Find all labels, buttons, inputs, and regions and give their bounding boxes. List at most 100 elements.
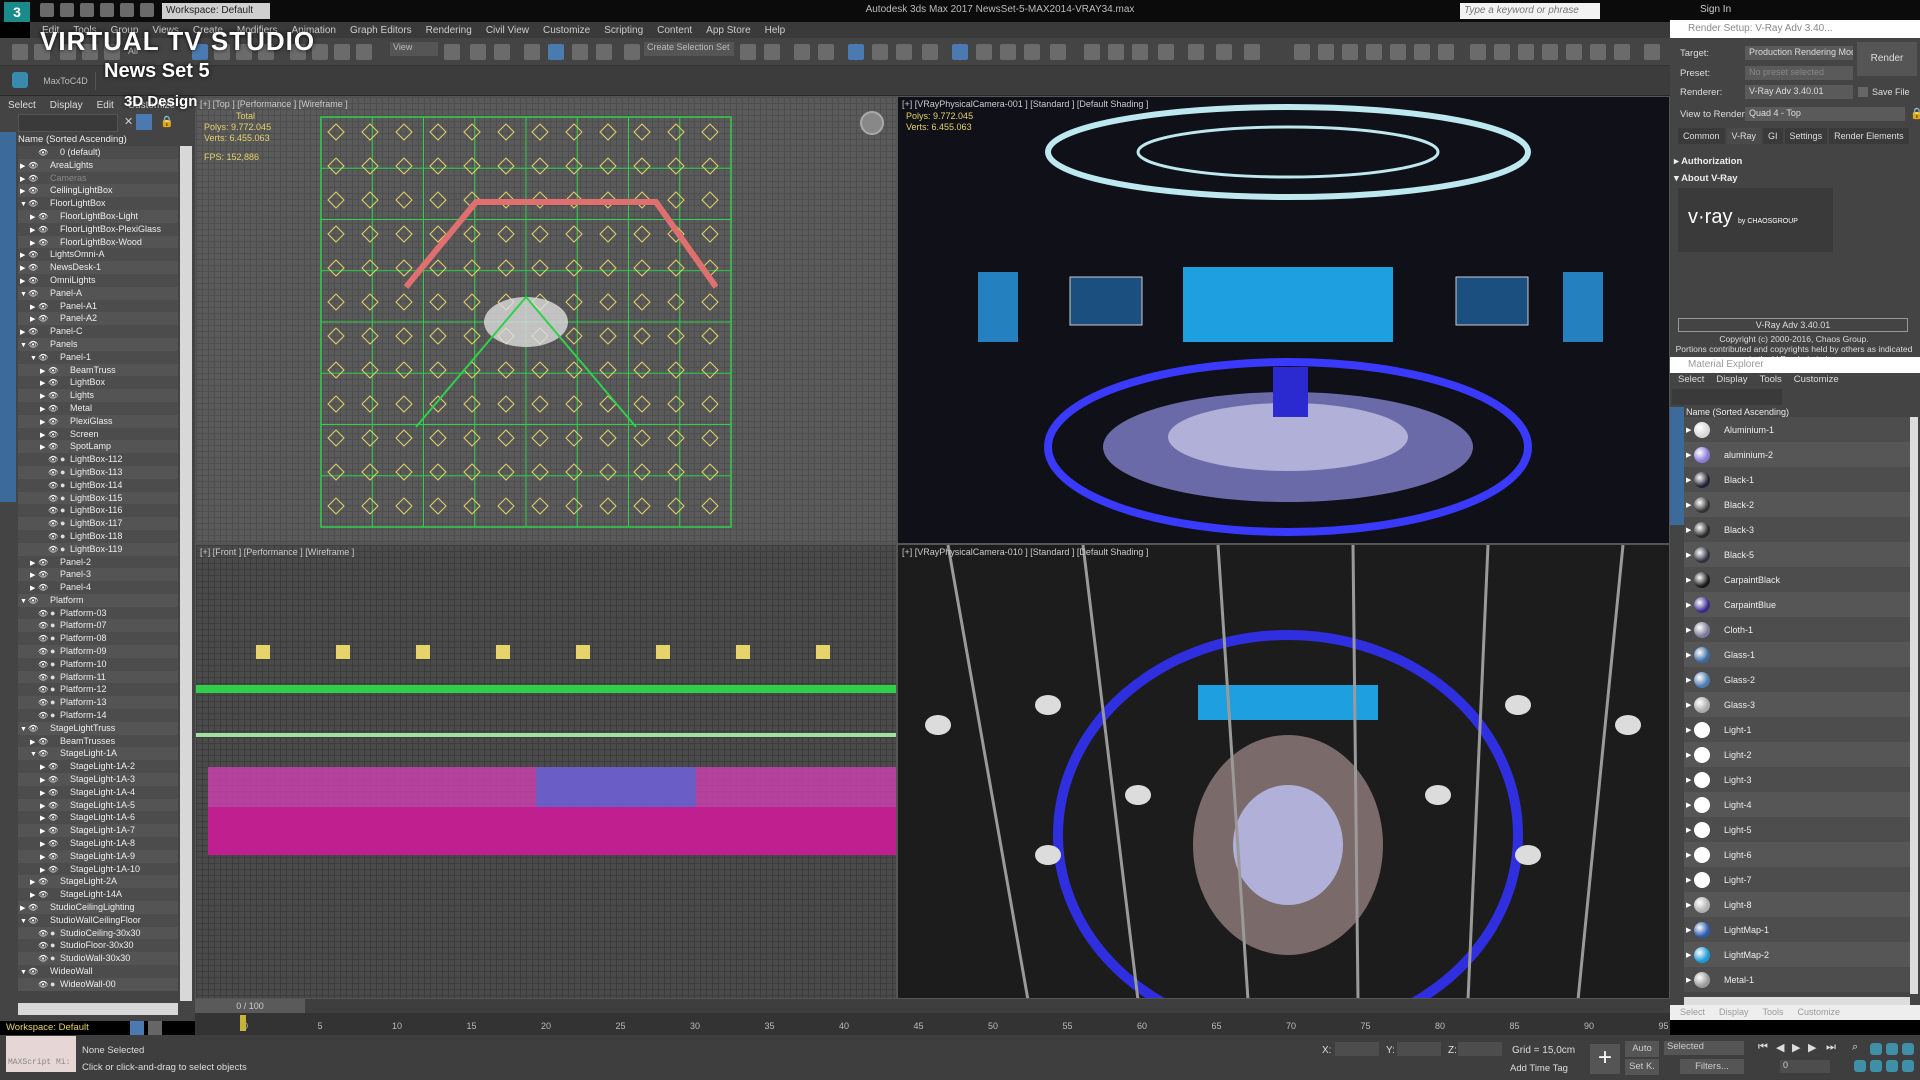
scene-tree-item[interactable]: 👁 ● LightBox-119	[18, 542, 178, 556]
material-search-input[interactable]	[1672, 389, 1782, 405]
material-list-item[interactable]: ▶ Light-8	[1684, 892, 1910, 917]
menu-rendering[interactable]: Rendering	[426, 25, 472, 36]
expand-arrow-icon[interactable]: ▶	[1684, 626, 1692, 634]
material-list-item[interactable]: ▶ Black-3	[1684, 517, 1910, 542]
layer-explorer-icon[interactable]	[818, 44, 834, 60]
scene-menu-select[interactable]: Select	[8, 100, 36, 111]
viewport-camera-001-label[interactable]: [+] [VRayPhysicalCamera-001 ] [Standard …	[902, 99, 1148, 109]
vray-toolbar-icon-2[interactable]	[1108, 44, 1124, 60]
material-list-item[interactable]: ▶ Glass-1	[1684, 642, 1910, 667]
filter-icon[interactable]	[136, 114, 152, 130]
scene-tree-item[interactable]: 👁 ● LightBox-113	[18, 465, 178, 479]
new-file-icon[interactable]	[40, 3, 54, 17]
play-icon[interactable]: ▶	[1792, 1041, 1800, 1054]
vray-dome-light-icon[interactable]	[1318, 44, 1334, 60]
menu-content[interactable]: Content	[657, 25, 692, 36]
vray-proxy-icon[interactable]	[1494, 44, 1510, 60]
expand-arrow-icon[interactable]: ▶	[1684, 876, 1692, 884]
scene-tree-item[interactable]: ▶ 👁 FloorLightBox-Wood	[18, 235, 178, 249]
render-button[interactable]: Render	[1857, 42, 1917, 76]
scene-tree-item[interactable]: 👁 ● StudioWall-30x30	[18, 952, 178, 965]
vray-fur-icon[interactable]	[1470, 44, 1486, 60]
viewcube-icon[interactable]	[860, 111, 884, 135]
menu-help[interactable]: Help	[765, 25, 786, 36]
orbit-icon[interactable]	[1886, 1060, 1898, 1072]
scene-tree-item[interactable]: ▼👁 StageLight-1A	[18, 747, 178, 761]
app-logo-icon[interactable]: 3	[4, 2, 30, 22]
vray-light-lister-icon[interactable]	[1158, 44, 1174, 60]
schematic-view-icon[interactable]	[922, 44, 938, 60]
menu-customize[interactable]: Customize	[543, 25, 590, 36]
scene-tree-item[interactable]: 👁 ● LightBox-115	[18, 491, 178, 505]
viewport-camera-001[interactable]: [+] [VRayPhysicalCamera-001 ] [Standard …	[897, 96, 1670, 544]
scene-tree-item[interactable]: ▶ 👁 BeamTrusses	[18, 734, 178, 748]
scene-tree-item[interactable]: ▼👁 Panel-A	[18, 286, 178, 300]
expand-arrow-icon[interactable]: ▶	[1684, 801, 1692, 809]
menu-civil-view[interactable]: Civil View	[486, 25, 529, 36]
scene-horizontal-scrollbar[interactable]	[18, 1003, 178, 1015]
scene-tree-item[interactable]: 👁 ● Platform-07	[18, 619, 178, 633]
scene-tree-item[interactable]: ▼👁 Platform	[18, 593, 178, 607]
scene-tree-item[interactable]: ▼👁 FloorLightBox	[18, 197, 178, 210]
mirror-icon[interactable]	[740, 44, 756, 60]
lock-icon[interactable]: 🔒	[1910, 107, 1920, 120]
scene-tree-item[interactable]: ▶ 👁 StageLight-1A-10	[18, 862, 178, 876]
material-scrollbar[interactable]	[1910, 417, 1918, 994]
scene-tree-item[interactable]: ▶ 👁 Screen	[18, 427, 178, 441]
expand-arrow-icon[interactable]: ▶	[1684, 976, 1692, 984]
scene-scrollbar[interactable]	[180, 146, 192, 1001]
scene-tree-item[interactable]: 👁 ● LightBox-116	[18, 504, 178, 518]
material-list-item[interactable]: ▶ LightMap-2	[1684, 942, 1910, 967]
scene-tree-item[interactable]: 👁 ● LightBox-112	[18, 453, 178, 466]
sign-in-button[interactable]: Sign In	[1700, 4, 1731, 15]
scene-tree-item[interactable]: ▶ 👁 Panel-4	[18, 581, 178, 594]
set-key-button[interactable]: Set K.	[1625, 1059, 1659, 1075]
visibility-eye-icon[interactable]: 👁	[38, 979, 50, 992]
scene-tree-item[interactable]: ▼👁 StudioWallCeilingFloor	[18, 913, 178, 927]
ribbon-toggle-icon[interactable]	[848, 44, 864, 60]
scene-tree-item[interactable]: 👁 ● Platform-14	[18, 709, 178, 722]
scene-tree-item[interactable]: ▶ 👁 BeamTruss	[18, 363, 178, 377]
expand-arrow-icon[interactable]: ▶	[1684, 576, 1692, 584]
scene-tree-item[interactable]: 👁 ● LightBox-117	[18, 517, 178, 530]
scene-tree-item[interactable]: ▼👁 WideoWall	[18, 965, 178, 978]
scene-tree-item[interactable]: 👁 ● LightBox-118	[18, 529, 178, 543]
material-list-item[interactable]: ▶ aluminium-2	[1684, 442, 1910, 467]
tab-vray[interactable]: V-Ray	[1726, 128, 1762, 144]
z-coordinate-input[interactable]	[1458, 1042, 1502, 1056]
scene-tree-item[interactable]: 👁 ● LightBox-114	[18, 478, 178, 492]
tab-gi[interactable]: GI	[1763, 128, 1783, 144]
expand-arrow-icon[interactable]: ▶	[1684, 651, 1692, 659]
scene-tree-item[interactable]: ▶ 👁 Panel-A2	[18, 312, 178, 326]
render-setup-titlebar[interactable]: Render Setup: V-Ray Adv 3.40...	[1670, 20, 1920, 38]
renderer-dropdown[interactable]: V-Ray Adv 3.40.01	[1745, 85, 1853, 99]
material-list-item[interactable]: ▶ Light-6	[1684, 842, 1910, 867]
scene-tree-item[interactable]: ▶ 👁 StageLight-1A-7	[18, 824, 178, 838]
scene-tree-item[interactable]: ▶ 👁 StageLight-1A-3	[18, 773, 178, 786]
target-dropdown[interactable]: Production Rendering Mode	[1745, 46, 1853, 60]
workspace-dropdown[interactable]: Workspace: Default	[162, 3, 270, 19]
align-icon[interactable]	[764, 44, 780, 60]
expand-arrow-icon[interactable]: ▶	[1684, 426, 1692, 434]
scene-tree-item[interactable]: ▶ 👁 Panel-2	[18, 555, 178, 569]
angle-snap-icon[interactable]	[548, 44, 564, 60]
rollout-about-vray[interactable]: ▾ About V-Ray	[1674, 173, 1914, 184]
vray-animal-icon[interactable]	[1590, 44, 1606, 60]
vray-ambient-light-icon[interactable]	[1438, 44, 1454, 60]
scene-tree-item[interactable]: 👁 ● Platform-12	[18, 683, 178, 697]
scene-tree-item[interactable]: ▶ 👁 StageLight-1A-5	[18, 798, 178, 812]
scene-tree-item[interactable]: ▶ 👁 Cameras	[18, 171, 178, 185]
preset-dropdown[interactable]: No preset selected	[1745, 66, 1853, 80]
dope-sheet-icon[interactable]	[896, 44, 912, 60]
expand-arrow-icon[interactable]: ▶	[1684, 851, 1692, 859]
tab-render-elements[interactable]: Render Elements	[1829, 128, 1909, 144]
expand-arrow-icon[interactable]: ▶	[1684, 501, 1692, 509]
vray-ies-icon[interactable]	[1244, 44, 1260, 60]
maxscript-listener[interactable]: MAXScript Mi:	[6, 1036, 76, 1072]
scene-tree-item[interactable]: 👁 0 (default)	[18, 146, 178, 159]
scene-tree-item[interactable]: ▶ 👁 Lights	[18, 389, 178, 402]
viewport-top-label[interactable]: [+] [Top ] [Performance ] [Wireframe ]	[200, 99, 348, 109]
material-list-item[interactable]: ▶ Black-5	[1684, 542, 1910, 567]
scene-tree-item[interactable]: ▶ 👁 NewsDesk-1	[18, 261, 178, 274]
zoom-extents-icon[interactable]	[1886, 1043, 1898, 1055]
